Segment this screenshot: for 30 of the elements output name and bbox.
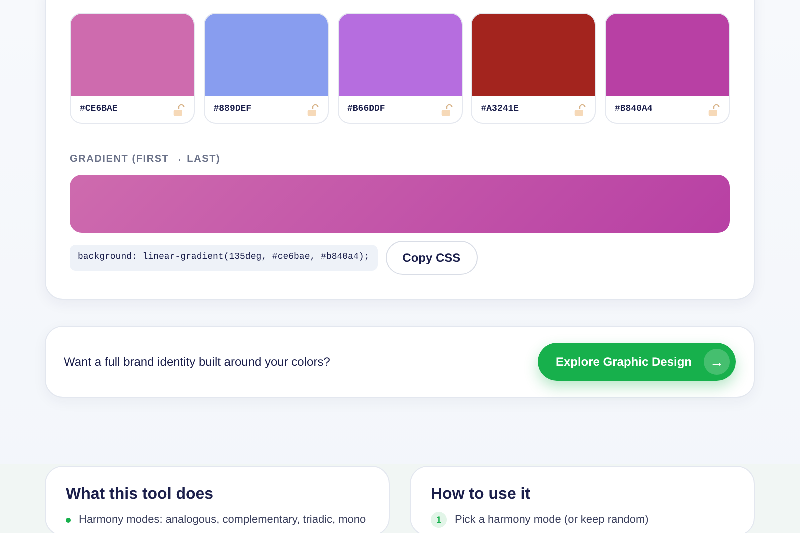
color-swatch[interactable] [204, 14, 328, 96]
color-swatch-card[interactable]: #B66DDF [338, 13, 462, 124]
copy-css-button[interactable]: Copy CSS [386, 241, 478, 275]
css-code: background: linear-gradient(135deg, #ce6bae, #b840a4); [70, 245, 378, 271]
color-swatch-card[interactable]: #CE6BAE [70, 13, 195, 124]
hex-code: #889DEF [214, 103, 252, 116]
unlock-icon[interactable] [708, 104, 720, 116]
unlock-icon[interactable] [306, 104, 319, 116]
list-item-text: Pick a harmony mode (or keep random) [455, 513, 649, 528]
list-item-text: Harmony modes: analogous, complementary, triadic, mono [79, 513, 366, 528]
color-swatch-card[interactable]: #B840A4 [605, 13, 730, 124]
unlock-icon[interactable] [440, 104, 452, 116]
step-number: 1 [431, 512, 447, 528]
hex-code: #B66DDF [348, 103, 386, 116]
card-title: How to use it [431, 485, 532, 504]
hex-code: #B840A4 [615, 103, 653, 116]
unlock-icon[interactable] [173, 104, 185, 116]
color-swatch[interactable] [338, 14, 462, 96]
card-title: What this tool does [66, 485, 215, 504]
bullet-icon [66, 518, 71, 523]
color-swatch-card[interactable]: #A3241E [471, 13, 596, 124]
color-swatch[interactable] [472, 14, 596, 96]
unlock-icon[interactable] [574, 104, 586, 116]
cta-text: Want a full brand identity built around your colors? [64, 354, 330, 371]
hex-code: #CE6BAE [80, 103, 118, 116]
color-swatch[interactable] [71, 14, 194, 96]
section-label: GRADIENT (FIRST → LAST) [70, 153, 222, 167]
color-swatch-card[interactable]: #889DEF [204, 13, 329, 124]
hex-code: #A3241E [481, 103, 520, 116]
color-swatch[interactable] [606, 14, 729, 96]
